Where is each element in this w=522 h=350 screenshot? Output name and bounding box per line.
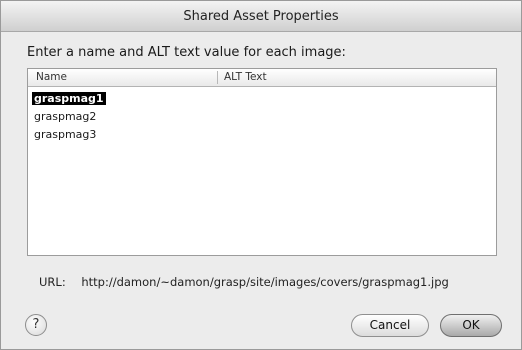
table-row[interactable]: graspmag1 <box>28 90 496 108</box>
row-name-cell[interactable]: graspmag1 <box>32 92 106 105</box>
url-label: URL: <box>39 275 66 289</box>
title-bar[interactable]: Shared Asset Properties <box>1 1 521 32</box>
table-row[interactable]: graspmag3 <box>28 126 496 144</box>
column-header-alt-text[interactable]: ALT Text <box>224 71 267 83</box>
help-button[interactable]: ? <box>25 314 47 336</box>
image-properties-table[interactable]: Name ALT Text graspmag1 graspmag2 graspm… <box>27 68 497 256</box>
table-body: graspmag1 graspmag2 graspmag3 <box>28 90 496 144</box>
url-row: URL: http://damon/~damon/grasp/site/imag… <box>39 275 449 289</box>
table-header: Name ALT Text <box>28 69 496 87</box>
column-header-name[interactable]: Name <box>36 71 67 83</box>
ok-button[interactable]: OK <box>440 314 502 337</box>
row-name-cell[interactable]: graspmag2 <box>32 110 98 123</box>
instruction-text: Enter a name and ALT text value for each… <box>27 45 346 60</box>
column-divider <box>217 71 218 84</box>
table-row[interactable]: graspmag2 <box>28 108 496 126</box>
row-name-cell[interactable]: graspmag3 <box>32 128 98 141</box>
window-title: Shared Asset Properties <box>183 9 339 24</box>
shared-asset-properties-dialog: Shared Asset Properties Enter a name and… <box>0 0 522 350</box>
cancel-button[interactable]: Cancel <box>351 314 429 337</box>
url-value: http://damon/~damon/grasp/site/images/co… <box>81 275 449 289</box>
